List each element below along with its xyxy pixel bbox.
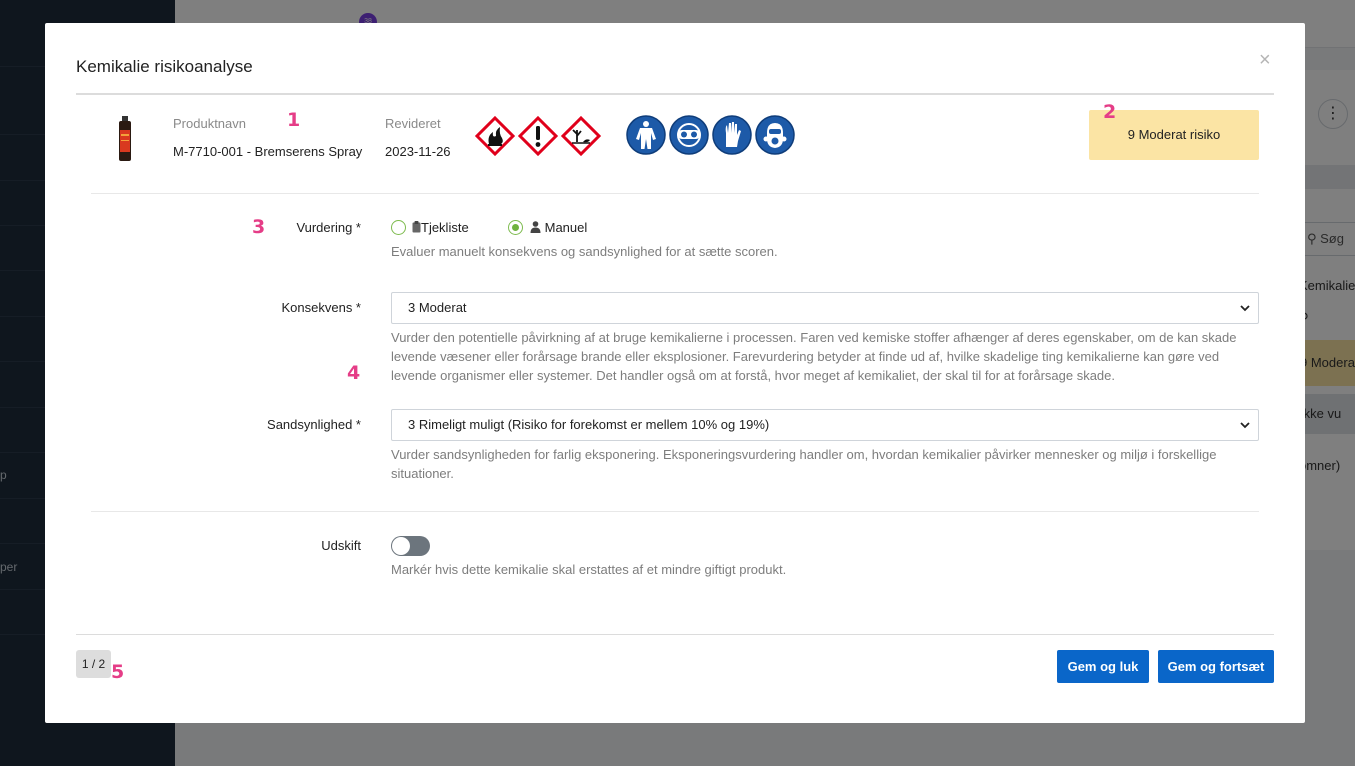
user-icon bbox=[530, 221, 541, 233]
safety-goggles-icon bbox=[669, 115, 709, 155]
risk-analysis-modal: Kemikalie risikoanalyse × Produktnavn M-… bbox=[45, 23, 1305, 723]
sandsynlighed-select[interactable]: 3 Rimeligt muligt (Risiko for forekomst … bbox=[391, 409, 1259, 441]
konsekvens-select[interactable]: 3 Moderat bbox=[391, 292, 1259, 324]
konsekvens-label: Konsekvens * bbox=[281, 300, 362, 315]
toggle-knob bbox=[392, 537, 410, 555]
radio-manual-label[interactable]: Manuel bbox=[530, 220, 587, 235]
divider bbox=[91, 511, 1259, 512]
sandsynlighed-help: Vurder sandsynligheden for farlig ekspon… bbox=[391, 447, 1217, 481]
chevron-down-icon bbox=[1240, 305, 1250, 312]
revised-value: 2023-11-26 bbox=[385, 144, 451, 159]
annotation-1: 1 bbox=[287, 109, 301, 131]
ghs-flammable-icon bbox=[475, 116, 515, 156]
divider bbox=[76, 93, 1274, 95]
divider bbox=[76, 634, 1274, 635]
annotation-3: 3 bbox=[252, 216, 266, 238]
radio-checklist[interactable] bbox=[391, 220, 406, 235]
vurdering-help: Evaluer manuelt konsekvens og sandsynlig… bbox=[391, 244, 778, 259]
respirator-icon bbox=[755, 115, 795, 155]
close-icon[interactable]: × bbox=[1259, 49, 1271, 72]
divider bbox=[91, 193, 1259, 194]
product-image bbox=[119, 116, 131, 161]
annotation-2: 2 bbox=[1103, 101, 1117, 123]
udskift-label: Udskift bbox=[321, 538, 361, 553]
page-indicator: 1 / 2 bbox=[76, 650, 111, 678]
sandsynlighed-label: Sandsynlighed * bbox=[267, 417, 361, 432]
ghs-exclamation-icon bbox=[518, 116, 558, 156]
protective-suit-icon bbox=[626, 115, 666, 155]
save-continue-button[interactable]: Gem og fortsæt bbox=[1158, 650, 1274, 683]
save-close-button[interactable]: Gem og luk bbox=[1057, 650, 1149, 683]
chevron-down-icon bbox=[1240, 422, 1250, 429]
product-name-value: M-7710-001 - Bremserens Spray bbox=[173, 144, 363, 159]
gloves-icon bbox=[712, 115, 752, 155]
annotation-4: 4 bbox=[347, 362, 361, 384]
annotation-5: 5 bbox=[111, 661, 125, 683]
konsekvens-help: Vurder den potentielle påvirkning af at … bbox=[391, 330, 1237, 383]
radio-manual[interactable] bbox=[508, 220, 523, 235]
udskift-help: Markér hvis dette kemikalie skal erstatt… bbox=[391, 562, 787, 577]
vurdering-label: Vurdering * bbox=[296, 220, 361, 235]
udskift-toggle[interactable] bbox=[391, 536, 430, 556]
modal-title: Kemikalie risikoanalyse bbox=[76, 57, 253, 76]
radio-checklist-label[interactable]: Tjekliste bbox=[412, 220, 469, 235]
ghs-environment-icon bbox=[561, 116, 601, 156]
product-name-label: Produktnavn bbox=[173, 116, 246, 131]
clipboard-icon bbox=[412, 221, 421, 233]
revised-label: Revideret bbox=[385, 116, 441, 131]
